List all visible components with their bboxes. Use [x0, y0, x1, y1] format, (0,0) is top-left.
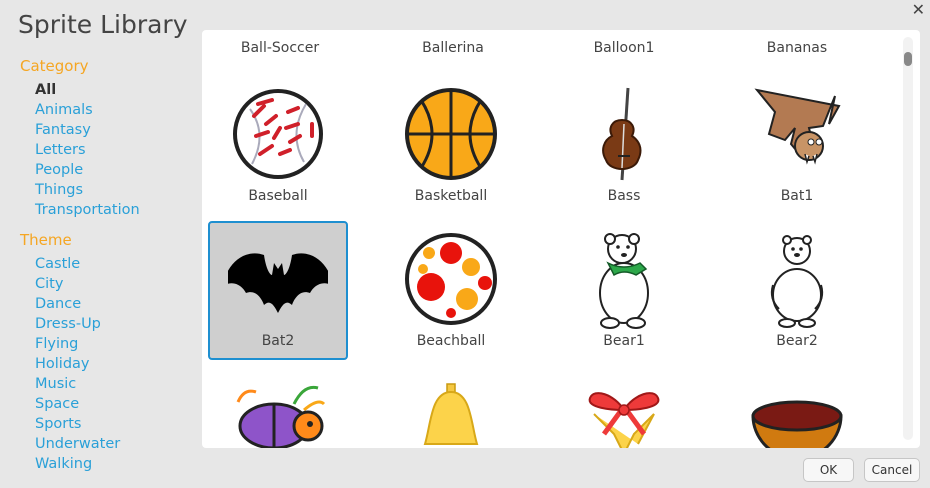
bell-icon: [423, 383, 479, 445]
sprite-name: Bear1: [603, 333, 645, 349]
bear2-icon: [770, 235, 824, 328]
sprite-name: Bat2: [261, 333, 295, 349]
category-heading: Category: [20, 57, 89, 75]
sprite-tile-bell[interactable]: [381, 366, 521, 448]
sprite-tile-basketball[interactable]: Basketball: [381, 76, 521, 215]
scrollbar[interactable]: [903, 37, 913, 440]
sprite-tile-baseball[interactable]: Baseball: [208, 76, 348, 215]
bat1-icon: [754, 88, 841, 165]
sprite-name: Beachball: [416, 333, 486, 349]
sprite-tile-bat2[interactable]: Bat2: [208, 221, 348, 360]
sprite-label-balloon1[interactable]: Balloon1: [538, 40, 710, 56]
sprite-name: Baseball: [248, 188, 308, 204]
category-things[interactable]: Things: [20, 180, 190, 200]
category-people[interactable]: People: [20, 160, 190, 180]
sprite-tile-bass[interactable]: Bass: [554, 76, 694, 215]
category-fantasy[interactable]: Fantasy: [20, 120, 190, 140]
bowl-icon: [751, 400, 843, 448]
sidebar: Category All Animals Fantasy Letters Peo…: [20, 56, 190, 474]
baseball-icon: [233, 89, 323, 179]
scrollbar-thumb[interactable]: [904, 52, 912, 66]
bells-icon: [588, 392, 660, 448]
sprite-name: Bass: [607, 188, 641, 204]
category-animals[interactable]: Animals: [20, 100, 190, 120]
sprite-label-ball-soccer[interactable]: Ball-Soccer: [202, 40, 366, 56]
category-all[interactable]: All: [20, 80, 190, 100]
beachball-icon: [405, 233, 497, 325]
sprite-tile-bowl[interactable]: [727, 366, 867, 448]
dialog-title: Sprite Library: [18, 10, 188, 39]
category-transportation[interactable]: Transportation: [20, 200, 190, 220]
sprite-name: Bat1: [780, 188, 814, 204]
cancel-button[interactable]: Cancel: [864, 458, 920, 482]
sprite-tile-bat1[interactable]: Bat1: [727, 76, 867, 215]
theme-holiday[interactable]: Holiday: [20, 354, 190, 374]
ok-button[interactable]: OK: [803, 458, 854, 482]
sprite-name: Basketball: [414, 188, 488, 204]
basketball-icon: [405, 88, 497, 180]
sprite-tile-bear2[interactable]: Bear2: [727, 221, 867, 360]
sprite-label-ballerina[interactable]: Ballerina: [367, 40, 539, 56]
bear1-icon: [599, 233, 649, 329]
sprite-grid[interactable]: Ball-Soccer Ballerina Balloon1 Bananas B…: [202, 30, 920, 448]
theme-space[interactable]: Space: [20, 394, 190, 414]
theme-underwater[interactable]: Underwater: [20, 434, 190, 454]
theme-flying[interactable]: Flying: [20, 334, 190, 354]
theme-castle[interactable]: Castle: [20, 254, 190, 274]
sprite-tile-beetle[interactable]: [208, 366, 348, 448]
sprite-tile-beachball[interactable]: Beachball: [381, 221, 521, 360]
sprite-tile-bells[interactable]: [554, 366, 694, 448]
theme-walking[interactable]: Walking: [20, 454, 190, 474]
sprite-tile-bear1[interactable]: Bear1: [554, 221, 694, 360]
theme-dress-up[interactable]: Dress-Up: [20, 314, 190, 334]
beetle-icon: [236, 385, 326, 448]
bat2-icon: [228, 253, 328, 313]
sprite-name: Bear2: [776, 333, 818, 349]
theme-heading: Theme: [20, 231, 72, 249]
category-letters[interactable]: Letters: [20, 140, 190, 160]
sprite-label-bananas[interactable]: Bananas: [711, 40, 883, 56]
theme-dance[interactable]: Dance: [20, 294, 190, 314]
theme-city[interactable]: City: [20, 274, 190, 294]
theme-music[interactable]: Music: [20, 374, 190, 394]
bass-icon: [602, 87, 642, 181]
close-icon[interactable]: ✕: [912, 0, 925, 20]
theme-sports[interactable]: Sports: [20, 414, 190, 434]
